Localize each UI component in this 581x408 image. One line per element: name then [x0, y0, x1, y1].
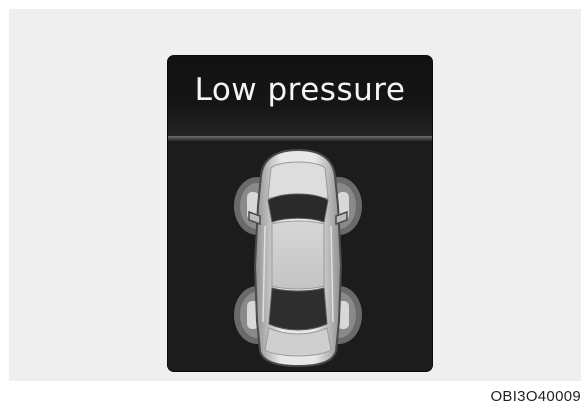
header-divider: [168, 136, 432, 141]
car-top-view-tire-pressure-icon: [234, 148, 362, 368]
cluster-display: Low pressure: [168, 56, 432, 371]
figure-code: OBI3O40009: [490, 388, 581, 405]
car-body: [248, 148, 348, 368]
low-pressure-title: Low pressure: [194, 72, 406, 108]
